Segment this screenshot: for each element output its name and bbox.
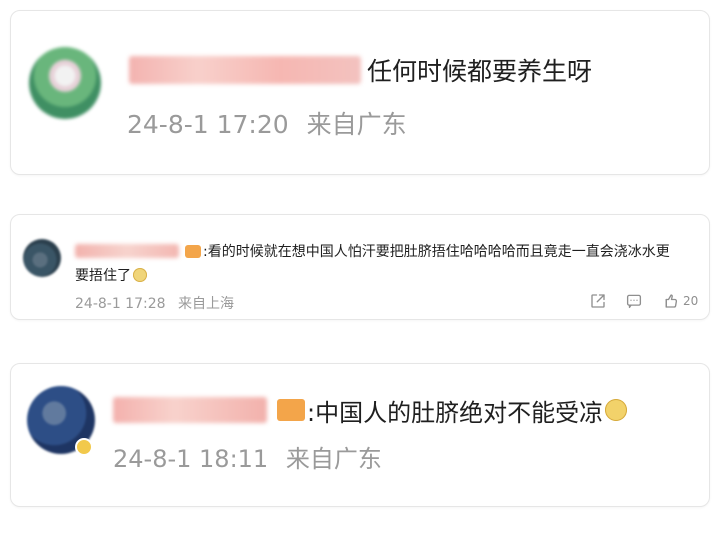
location: 来自广东 [306,110,407,139]
username[interactable] [113,397,267,423]
share-button[interactable] [589,292,607,310]
comment-text: :看的时候就在想中国人怕汗要把肚脐捂住哈哈哈哈而且竟走一直会浇冰水更 [203,244,670,260]
comment-line: :看的时候就在想中国人怕汗要把肚脐捂住哈哈哈哈而且竟走一直会浇冰水更 [75,240,670,262]
comment-line: :中国人的肚脐绝对不能受凉 [113,392,628,428]
badge-icon [277,399,305,421]
username[interactable] [75,244,179,258]
comment-meta: 24-8-1 17:20 来自广东 [127,105,407,141]
comment-text: 任何时候都要养生呀 [367,57,593,86]
comment-meta: 24-8-1 17:28 来自上海 [75,293,234,313]
avatar[interactable] [29,47,101,119]
comment-text: :中国人的肚脐绝对不能受凉 [307,398,604,427]
comment-card-3: :中国人的肚脐绝对不能受凉 24-8-1 18:11 来自广东 [10,363,710,507]
comment-icon [626,294,642,309]
comment-card-2: :看的时候就在想中国人怕汗要把肚脐捂住哈哈哈哈而且竟走一直会浇冰水更 要捂住了 … [10,214,710,320]
vip-badge-icon [75,438,93,456]
like-button[interactable]: 20 [661,292,698,310]
badge-icon [185,244,201,258]
comment-button[interactable] [625,292,643,310]
comment-line-2: 要捂住了 [75,264,147,286]
location: 来自广东 [285,445,382,473]
timestamp: 24-8-1 17:20 [127,110,289,139]
like-count: 20 [683,294,699,308]
timestamp: 24-8-1 17:28 [75,296,166,312]
comment-text-continued: 要捂住了 [75,268,131,284]
timestamp: 24-8-1 18:11 [113,445,269,473]
emoji-icon [133,268,147,282]
avatar[interactable] [23,239,61,277]
username[interactable] [129,56,361,84]
thumbs-up-icon [665,294,678,308]
comment-card-1: 任何时候都要养生呀 24-8-1 17:20 来自广东 [10,10,710,175]
location: 来自上海 [177,296,234,312]
comment-meta: 24-8-1 18:11 来自广东 [113,439,382,474]
share-icon [591,294,605,308]
emoji-icon [605,399,628,421]
comment-line: 任何时候都要养生呀 [129,52,592,88]
